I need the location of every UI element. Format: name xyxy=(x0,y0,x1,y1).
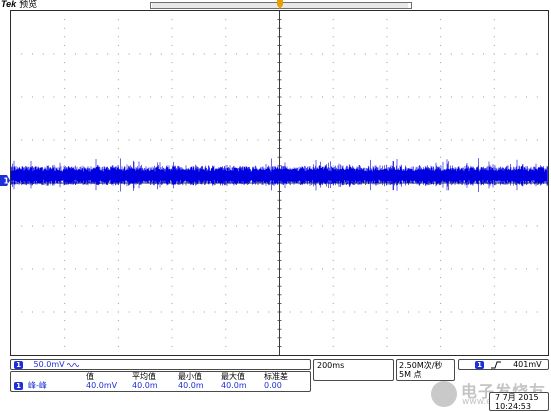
trigger-readout[interactable]: 1 401mV xyxy=(458,359,549,370)
measurement-header-value: 值 xyxy=(86,372,94,381)
trigger-source-badge: 1 xyxy=(475,360,484,369)
sample-rate-readout[interactable]: 2.50M次/秒 5M 点 xyxy=(396,359,455,381)
measurement-header-mean: 平均值 xyxy=(132,372,156,381)
trigger-position-icon[interactable] xyxy=(277,0,283,10)
channel-readout[interactable]: 1 50.0mV xyxy=(10,359,311,370)
measurement-channel-badge: 1 xyxy=(14,381,23,390)
measurement-row-channel: 1 xyxy=(14,381,23,390)
measurement-max: 40.0m xyxy=(221,381,247,390)
channel-1-trace xyxy=(11,158,548,192)
measurement-stddev: 0.00 xyxy=(264,381,282,390)
measurement-header-max: 最大值 xyxy=(221,372,245,381)
acquisition-mode: 预览 xyxy=(19,0,38,10)
channel-badge: 1 xyxy=(14,360,23,369)
horizontal-scale: 200ms xyxy=(317,361,345,370)
record-length: 5M 点 xyxy=(399,370,422,379)
measurement-min: 40.0m xyxy=(178,381,204,390)
brand-name: Tek xyxy=(1,0,17,9)
datetime-readout: 7 7月 2015 10:24:53 xyxy=(489,392,549,411)
horizontal-scale-readout[interactable]: 200ms xyxy=(313,359,394,381)
measurement-header-min: 最小值 xyxy=(178,372,202,381)
measurement-value: 40.0mV xyxy=(86,381,118,390)
svg-text:1: 1 xyxy=(4,177,10,186)
date: 7 7月 2015 xyxy=(495,393,539,402)
trigger-level: 401mV xyxy=(513,360,542,369)
channel-scale: 50.0mV xyxy=(33,360,65,369)
sample-rate: 2.50M次/秒 xyxy=(399,361,443,370)
channel-1-ground-marker-icon[interactable]: 1 xyxy=(0,175,10,186)
bandwidth-limit-icon xyxy=(66,362,80,367)
time: 10:24:53 xyxy=(495,402,531,411)
top-status-bar: Tek 预览 xyxy=(0,0,551,10)
measurement-header-stddev: 标准差 xyxy=(264,372,288,381)
measurement-mean: 40.0m xyxy=(132,381,158,390)
measurement-table: 值 平均值 最小值 最大值 标准差 1 峰-峰 40.0mV 40.0m 40.… xyxy=(10,371,311,392)
rising-edge-icon xyxy=(490,361,501,368)
watermark-logo-icon xyxy=(431,381,457,407)
measurement-type: 峰-峰 xyxy=(28,381,47,390)
